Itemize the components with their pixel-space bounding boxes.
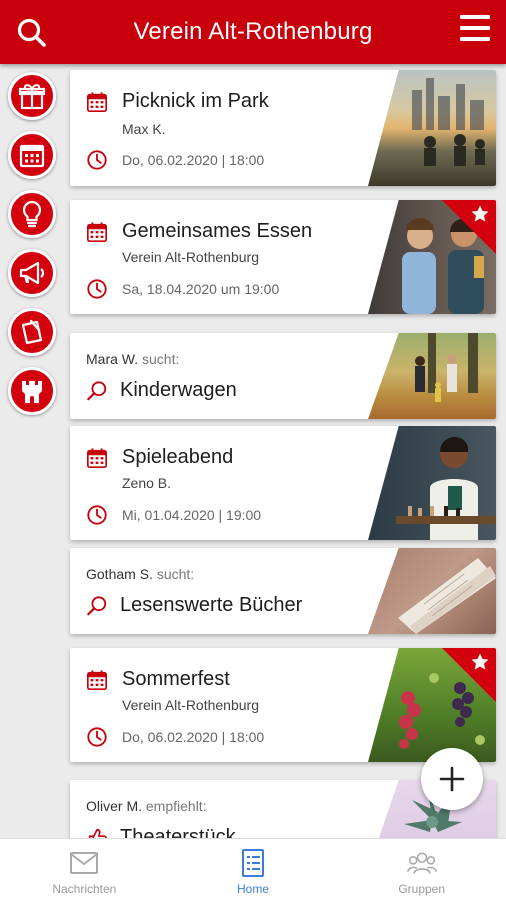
event-title: Sommerfest [122,668,230,690]
event-card[interactable]: Sommerfest Verein Alt-Rothenburg Do, 06.… [70,648,496,762]
search-photo [368,548,496,634]
search-author: Mara W. [86,351,139,367]
nav-messages[interactable]: Nachrichten [0,839,169,900]
search-query: Kinderwagen [120,379,237,401]
event-title: Spieleabend [122,446,234,468]
search-icon [86,380,108,402]
category-gift-button[interactable] [8,72,56,120]
event-date: Do, 06.02.2020 | 18:00 [122,729,265,745]
star-icon [470,652,490,672]
category-notes-button[interactable] [8,308,56,356]
event-photo [368,426,496,540]
nav-messages-label: Nachrichten [52,882,117,896]
category-idea-button[interactable] [8,190,56,238]
recommendation-verb: empfiehlt: [145,798,207,814]
nav-home[interactable]: Home [169,839,338,900]
search-author: Gotham S. [86,566,153,582]
nav-home-label: Home [237,882,270,896]
search-verb: sucht: [142,351,180,367]
calendar-icon [19,144,45,168]
add-button[interactable] [421,748,483,810]
clock-icon [86,149,108,171]
megaphone-icon [19,261,45,285]
nav-groups-label: Gruppen [398,882,446,896]
category-announcement-button[interactable] [8,249,56,297]
lightbulb-icon [22,200,42,228]
event-author: Verein Alt-Rothenburg [122,697,259,713]
event-date: Do, 06.02.2020 | 18:00 [122,152,265,168]
plus-icon [439,766,465,792]
search-card[interactable]: Gotham S. sucht: Lesenswerte Bücher [70,548,496,634]
category-calendar-button[interactable] [8,131,56,179]
search-author-line: Mara W. sucht: [86,351,179,367]
group-icon [406,852,437,874]
event-card[interactable]: Spieleabend Zeno B. Mi, 01.04.2020 | 19:… [70,426,496,540]
clock-icon [86,278,108,300]
event-card[interactable]: Picknick im Park Max K. Do, 06.02.2020 |… [70,70,496,186]
event-date: Mi, 01.04.2020 | 19:00 [122,507,262,523]
search-photo [368,333,496,419]
menu-button[interactable] [460,15,490,43]
gift-icon [18,84,46,110]
castle-icon [22,381,42,403]
hamburger-icon [460,15,490,19]
calendar-icon [86,669,108,691]
category-castle-button[interactable] [8,367,56,415]
notepad-icon [21,319,43,345]
search-card[interactable]: Mara W. sucht: Kinderwagen [70,333,496,419]
bottom-navigation: Nachrichten Home Gruppen [0,838,506,900]
search-icon [86,595,108,617]
recommendation-author: Oliver M. [86,798,142,814]
page-title: Verein Alt-Rothenburg [133,18,373,45]
calendar-icon [86,91,108,113]
search-author-line: Gotham S. sucht: [86,566,194,582]
calendar-icon [86,221,108,243]
clock-icon [86,504,108,526]
envelope-icon [70,852,99,874]
event-author: Max K. [122,121,166,137]
event-photo [368,70,496,186]
clock-icon [86,726,108,748]
event-author: Zeno B. [122,475,172,491]
event-title: Picknick im Park [122,90,269,112]
list-icon [242,849,264,877]
search-verb: sucht: [156,566,195,582]
search-query: Lesenswerte Bücher [120,594,303,616]
event-author: Verein Alt-Rothenburg [122,249,259,265]
event-date: Sa, 18.04.2020 um 19:00 [122,281,280,297]
category-sidebar [8,72,58,426]
nav-groups[interactable]: Gruppen [337,839,506,900]
calendar-icon [86,447,108,469]
recommendation-author-line: Oliver M. empfiehlt: [86,798,207,814]
star-icon [470,204,490,224]
event-card[interactable]: Gemeinsames Essen Verein Alt-Rothenburg … [70,200,496,314]
event-title: Gemeinsames Essen [122,220,313,242]
app-header: Verein Alt-Rothenburg [0,0,506,64]
